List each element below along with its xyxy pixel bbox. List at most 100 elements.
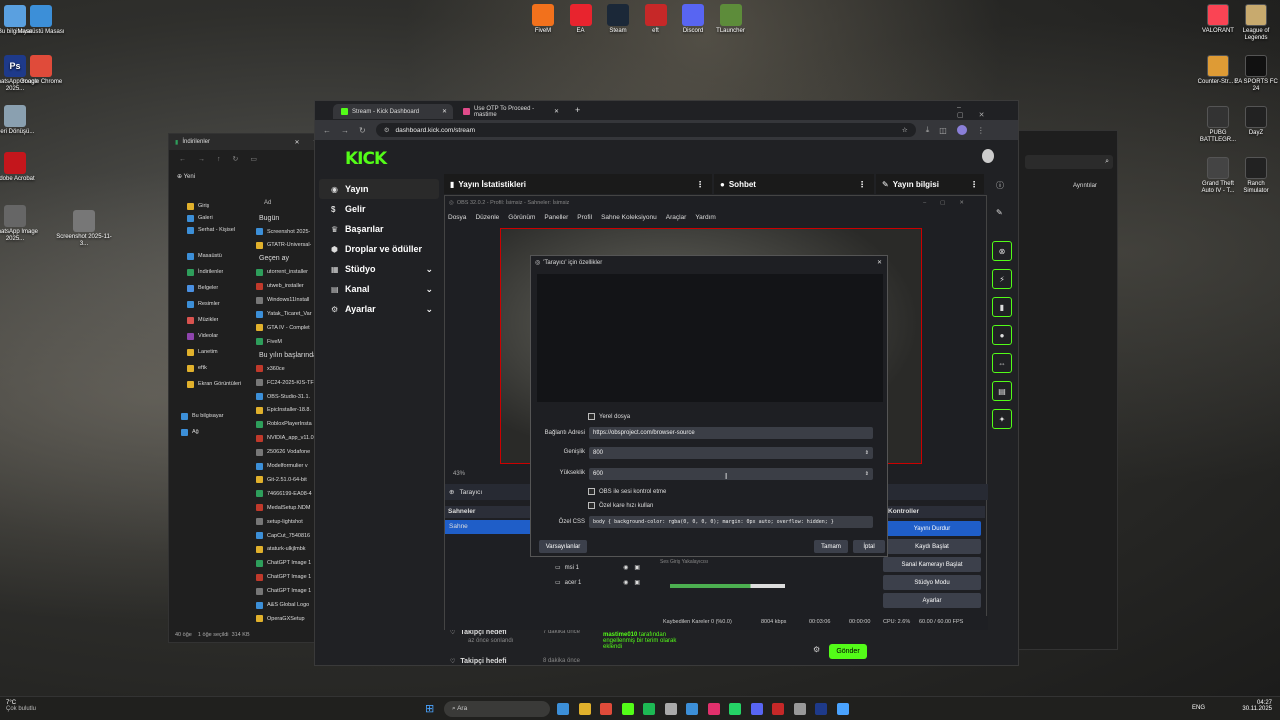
kick-menu-item[interactable]: ▦ Stüdyo ⌄ — [319, 259, 439, 279]
nav-item[interactable]: Bu bilgisayar — [181, 410, 224, 422]
nav-item[interactable]: İndirilenler — [187, 266, 223, 278]
nav-item[interactable]: Ekran Görüntüleri — [187, 378, 241, 390]
group-header[interactable]: Geçen ay — [251, 253, 289, 265]
file-item[interactable]: MedalSetup.NDM — [256, 501, 310, 514]
desktop-shortcut[interactable]: WhatsApp Image 2025... — [0, 205, 40, 243]
kick-menu-item[interactable]: ♛ Başarılar — [319, 219, 439, 239]
obs-menu-item[interactable]: Düzenle — [475, 214, 499, 221]
obs-menu-item[interactable]: Görünüm — [508, 214, 535, 221]
close-icon[interactable]: ✕ — [554, 108, 559, 115]
nav-item[interactable]: Masaüstü — [187, 250, 222, 262]
desktop-shortcut[interactable]: TLauncher — [708, 4, 754, 35]
info-icon[interactable]: ⓘ — [996, 180, 1004, 191]
desktop-shortcut[interactable]: Ranch Simulator — [1234, 157, 1278, 195]
chevron-down-icon[interactable]: ⌄ — [425, 304, 433, 315]
obs-menu-item[interactable]: Profil — [577, 214, 592, 221]
gear-icon[interactable]: ⚙ — [813, 645, 820, 654]
file-item[interactable]: NVIDIA_app_v11.0 — [256, 432, 314, 445]
new-button[interactable]: ⊕ Yeni — [177, 173, 195, 180]
tab-kick-dashboard[interactable]: Stream - Kick Dashboard ✕ — [333, 104, 453, 119]
custom-fps-checkbox[interactable]: Özel kare hızı kullan — [588, 502, 653, 509]
taskbar-app-icon[interactable] — [664, 703, 677, 715]
desktop-shortcut[interactable]: Google Chrome — [16, 55, 66, 86]
user-avatar[interactable] — [982, 149, 994, 163]
desktop-shortcut[interactable]: Adobe Acrobat — [0, 152, 40, 183]
taskbar-app-icon[interactable] — [707, 703, 720, 715]
forward-icon[interactable]: → — [341, 126, 349, 135]
obs-menu-item[interactable]: Paneller — [544, 214, 568, 221]
file-item[interactable]: 74666199-EA08-4 — [256, 487, 312, 500]
ok-button[interactable]: Tamam — [814, 540, 848, 553]
desktop-shortcut[interactable]: EA SPORTS FC 24 — [1234, 55, 1278, 93]
file-item[interactable]: A&S Global Logo — [256, 599, 309, 612]
local-file-checkbox[interactable]: Yerel dosya — [588, 413, 630, 420]
nav-item[interactable]: Resimler — [187, 298, 220, 310]
defaults-button[interactable]: Varsayılanlar — [539, 540, 587, 553]
scene-item[interactable]: Sahne — [445, 520, 533, 534]
search-box[interactable]: ⌕ Ara — [444, 701, 550, 717]
eye-icon[interactable]: ◉ — [623, 579, 628, 586]
forward-icon[interactable]: → — [198, 156, 205, 163]
nav-item[interactable]: Ağ — [181, 426, 199, 438]
file-item[interactable]: Screenshot 2025- — [256, 225, 310, 238]
taskbar-app-icon[interactable] — [772, 703, 784, 715]
wrench-icon[interactable]: ✦ — [992, 409, 1012, 429]
eye-icon[interactable]: ◉ — [623, 564, 628, 571]
link-icon[interactable]: ⇔ — [992, 353, 1012, 373]
tab-otp[interactable]: Use OTP To Proceed - mastime ✕ — [455, 104, 565, 119]
crosshair-icon[interactable]: ⊗ — [992, 241, 1012, 261]
file-item[interactable]: utorrent_installer — [256, 266, 308, 279]
taskbar-app-icon[interactable] — [600, 703, 612, 715]
window-controls[interactable]: –▢✕ — [923, 200, 978, 206]
obs-menu-item[interactable]: Araçlar — [666, 214, 687, 221]
lock-icon[interactable]: ▣ — [634, 564, 640, 571]
source-item[interactable]: ▭ acer 1 ◉ ▣ — [555, 579, 640, 587]
address-bar[interactable]: ⚙ dashboard.kick.com/stream ☆ — [375, 123, 916, 137]
send-button[interactable]: Gönder — [829, 644, 867, 659]
edit-icon[interactable]: ✎ — [996, 208, 1003, 217]
url-input[interactable]: https://obsproject.com/browser-source — [589, 427, 873, 439]
file-item[interactable]: EpicInstaller-18.8. — [256, 404, 311, 417]
obs-control-button[interactable]: Yayını Durdur — [883, 521, 981, 536]
cancel-button[interactable]: İptal — [853, 540, 885, 553]
new-tab-icon[interactable]: + — [575, 105, 580, 115]
group-header[interactable]: Bugün — [251, 212, 279, 224]
desktop-shortcut[interactable]: Masaüstü Masası — [16, 5, 66, 36]
bolt-icon[interactable]: ⚡ — [992, 269, 1012, 289]
height-spinbox[interactable]: 600 ⇕ — [589, 468, 873, 480]
taskbar-app-icon[interactable] — [643, 703, 655, 715]
obs-control-button[interactable]: Ayarlar — [883, 593, 981, 608]
file-item[interactable]: Modelformulier v — [256, 460, 308, 473]
back-icon[interactable]: ← — [323, 126, 331, 135]
taskbar-app-icon[interactable] — [686, 703, 698, 715]
desktop-shortcut[interactable]: Geri Dönüşü... — [0, 105, 40, 136]
nav-item[interactable]: Belgeler — [187, 282, 218, 294]
file-item[interactable]: GTATR-Universal- — [256, 239, 311, 252]
zoom-level[interactable]: 43% — [453, 471, 465, 477]
pc-icon[interactable]: ▭ — [250, 155, 257, 163]
start-icon[interactable]: ⊞ — [425, 702, 434, 715]
file-item[interactable]: RobloxPlayerInsta — [256, 418, 312, 431]
kick-logo[interactable]: KICK — [345, 149, 387, 169]
obs-control-button[interactable]: Stüdyo Modu — [883, 575, 981, 590]
file-item[interactable]: ataturk-ulkjlmbk — [256, 543, 306, 556]
obs-audio-checkbox[interactable]: OBS ile sesi kontrol etme — [588, 488, 666, 495]
star-icon[interactable]: ☆ — [902, 126, 908, 134]
window-controls[interactable]: –▢✕ — [957, 104, 1018, 119]
taskbar-app-icon[interactable] — [729, 703, 741, 715]
extensions-icon[interactable]: ◫ — [939, 126, 947, 135]
taskbar-app-icon[interactable] — [621, 703, 634, 715]
taskbar-app-icon[interactable] — [815, 703, 827, 715]
kick-menu-item[interactable]: ▤ Kanal ⌄ — [319, 279, 439, 299]
nav-item[interactable]: Müzikler — [187, 314, 218, 326]
more-icon[interactable]: ⋮ — [970, 180, 978, 189]
back-icon[interactable]: ← — [179, 156, 186, 163]
file-item[interactable]: GTA IV - Complet — [256, 321, 310, 334]
source-item[interactable]: ▭ msi 1 ◉ ▣ — [555, 564, 640, 572]
file-item[interactable]: 250626 Vodafone — [256, 446, 310, 459]
file-item[interactable]: FC24-2025-KIS-TF — [256, 376, 314, 389]
obs-control-button[interactable]: Kaydı Başlat — [883, 539, 981, 554]
file-item[interactable]: FiveM — [256, 335, 282, 348]
clock[interactable]: 04:27 30.11.2025 — [1240, 700, 1272, 712]
trash-icon[interactable]: ▮ — [992, 297, 1012, 317]
